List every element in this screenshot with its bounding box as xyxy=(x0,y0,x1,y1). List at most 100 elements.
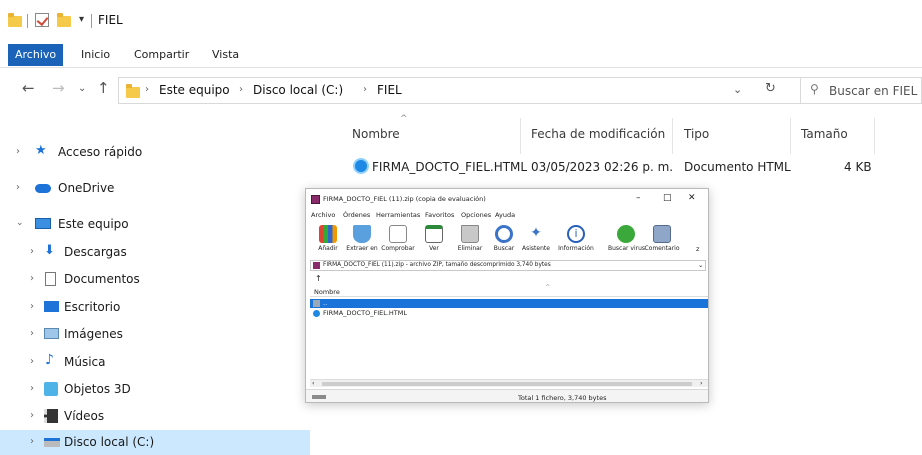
chevron-right-icon[interactable]: › xyxy=(30,273,34,284)
comment-button[interactable]: Comentario xyxy=(644,223,680,261)
info-button[interactable]: i Información xyxy=(558,223,594,261)
rar-status-bar: Total 1 fichero, 3,740 bytes xyxy=(306,389,708,402)
path-dropdown-icon[interactable]: ⌄ xyxy=(698,261,703,269)
test-button[interactable]: Comprobar xyxy=(380,223,416,261)
chevron-right-icon[interactable]: › xyxy=(30,356,34,367)
sort-indicator-icon: ^ xyxy=(545,283,551,291)
sidebar-item-label: Acceso rápido xyxy=(58,145,143,159)
sidebar-item-videos[interactable]: › Vídeos xyxy=(0,404,310,430)
sidebar-item-label: Escritorio xyxy=(64,300,121,314)
toolbar-overflow[interactable]: z xyxy=(696,245,699,253)
address-bar[interactable]: › Este equipo › Disco local (C:) › FIEL … xyxy=(118,77,818,104)
column-header-nombre[interactable]: Nombre xyxy=(352,127,400,141)
column-header-tamano[interactable]: Tamaño xyxy=(801,127,848,141)
find-button[interactable]: Buscar xyxy=(486,223,522,261)
sidebar-item-onedrive[interactable]: › OneDrive xyxy=(0,176,310,202)
column-divider[interactable] xyxy=(874,118,875,154)
refresh-icon[interactable]: ↻ xyxy=(765,81,776,96)
forward-arrow-icon[interactable]: → xyxy=(52,79,65,97)
sidebar-item-descargas[interactable]: › ⬇ Descargas xyxy=(0,240,310,266)
chevron-right-icon[interactable]: › xyxy=(30,436,34,447)
tab-compartir[interactable]: Compartir xyxy=(127,44,196,66)
title-separator xyxy=(27,14,28,28)
sidebar-item-objetos-3d[interactable]: › Objetos 3D xyxy=(0,377,310,403)
wizard-button[interactable]: ✦ Asistente xyxy=(518,223,554,261)
breadcrumb-este-equipo[interactable]: Este equipo xyxy=(159,83,230,97)
music-icon: ♪ xyxy=(45,352,54,368)
sidebar-item-documentos[interactable]: › Documentos xyxy=(0,267,310,293)
add-button[interactable]: Añadir xyxy=(310,223,346,261)
computer-icon xyxy=(35,218,51,229)
menu-ayuda[interactable]: Ayuda xyxy=(495,211,515,219)
rar-column-nombre[interactable]: Nombre xyxy=(314,288,340,296)
sidebar-item-acceso-rapido[interactable]: › ★ Acceso rápido xyxy=(0,140,310,166)
winrar-window[interactable]: FIRMA_DOCTO_FIEL (11).zip (copia de eval… xyxy=(305,188,709,403)
up-arrow-icon[interactable]: ↑ xyxy=(97,79,110,97)
search-box[interactable]: ⚲ Buscar en FIEL xyxy=(800,77,922,104)
rar-row-file[interactable]: FIRMA_DOCTO_FIEL.HTML xyxy=(310,309,708,318)
address-dropdown-icon[interactable]: ⌄ xyxy=(733,83,742,96)
sidebar-item-label: Música xyxy=(64,355,106,369)
chevron-right-icon[interactable]: › xyxy=(30,328,34,339)
breadcrumb-fiel[interactable]: FIEL xyxy=(377,83,402,97)
sidebar-item-musica[interactable]: › ♪ Música xyxy=(0,350,310,376)
sidebar-item-imagenes[interactable]: › Imágenes xyxy=(0,322,310,348)
chevron-right-icon[interactable]: › xyxy=(30,410,34,421)
up-folder-icon[interactable]: ↑ xyxy=(315,274,322,283)
column-divider[interactable] xyxy=(520,118,521,154)
scrollbar-thumb[interactable] xyxy=(322,382,692,386)
menu-favoritos[interactable]: Favoritos xyxy=(425,211,454,219)
comment-label: Comentario xyxy=(644,245,680,252)
column-divider[interactable] xyxy=(790,118,791,154)
sidebar-item-label: Descargas xyxy=(64,245,127,259)
info-icon: i xyxy=(567,225,585,243)
properties-icon[interactable] xyxy=(35,13,49,27)
close-button[interactable]: ✕ xyxy=(688,193,696,203)
column-divider[interactable] xyxy=(672,118,673,154)
rar-path-bar[interactable]: FIRMA_DOCTO_FIEL (11).zip - archivo ZIP,… xyxy=(310,260,706,271)
sidebar-item-escritorio[interactable]: › Escritorio xyxy=(0,295,310,321)
scroll-left-icon[interactable]: ‹ xyxy=(312,379,315,387)
breadcrumb-disco-local[interactable]: Disco local (C:) xyxy=(253,83,343,97)
view-button[interactable]: Ver xyxy=(416,223,452,261)
search-input[interactable]: Buscar en FIEL xyxy=(829,84,917,98)
chevron-right-icon[interactable]: › xyxy=(30,301,34,312)
menu-ordenes[interactable]: Órdenes xyxy=(343,211,370,219)
column-header-fecha[interactable]: Fecha de modificación xyxy=(531,127,665,141)
menu-herramientas[interactable]: Herramientas xyxy=(376,211,420,219)
star-icon: ★ xyxy=(35,143,47,158)
horizontal-scrollbar[interactable]: ‹ › xyxy=(310,379,708,387)
extract-button[interactable]: Extraer en xyxy=(344,223,380,261)
chevron-right-icon[interactable]: › xyxy=(30,383,34,394)
new-folder-icon[interactable] xyxy=(57,13,71,27)
drive-status-icon xyxy=(312,395,326,399)
file-name[interactable]: FIRMA_DOCTO_FIEL.HTML xyxy=(372,160,527,174)
back-arrow-icon[interactable]: ← xyxy=(22,79,35,97)
rar-row-parent[interactable]: .. xyxy=(310,299,708,308)
chevron-right-icon[interactable]: › xyxy=(16,146,20,157)
tab-vista[interactable]: Vista xyxy=(205,44,246,66)
customize-toolbar-icon[interactable]: ▾ xyxy=(79,14,84,25)
column-header-tipo[interactable]: Tipo xyxy=(684,127,709,141)
add-label: Añadir xyxy=(318,245,338,252)
recent-locations-icon[interactable]: ⌄ xyxy=(78,83,86,94)
chevron-right-icon[interactable]: › xyxy=(16,182,20,193)
delete-button[interactable]: Eliminar xyxy=(452,223,488,261)
sort-indicator-icon: ^ xyxy=(400,114,408,124)
menu-archivo[interactable]: Archivo xyxy=(311,211,335,219)
file-row[interactable]: FIRMA_DOCTO_FIEL.HTML 03/05/2023 02:26 p… xyxy=(350,154,910,180)
drive-icon xyxy=(44,438,60,447)
scroll-right-icon[interactable]: › xyxy=(700,379,703,387)
sidebar-item-disco-local[interactable]: › Disco local (C:) xyxy=(0,430,310,455)
virus-scan-button[interactable]: Buscar virus xyxy=(608,223,645,261)
tab-archivo[interactable]: Archivo xyxy=(8,44,64,66)
chevron-right-icon[interactable]: › xyxy=(30,246,34,257)
chevron-down-icon[interactable]: ⌄ xyxy=(16,218,24,228)
tab-inicio[interactable]: Inicio xyxy=(74,44,117,66)
maximize-button[interactable]: □ xyxy=(663,193,672,203)
add-icon xyxy=(319,225,337,243)
file-modified: 03/05/2023 02:26 p. m. xyxy=(531,160,674,174)
sidebar-item-este-equipo[interactable]: ⌄ Este equipo xyxy=(0,212,310,238)
minimize-button[interactable]: – xyxy=(636,193,641,203)
menu-opciones[interactable]: Opciones xyxy=(461,211,491,219)
